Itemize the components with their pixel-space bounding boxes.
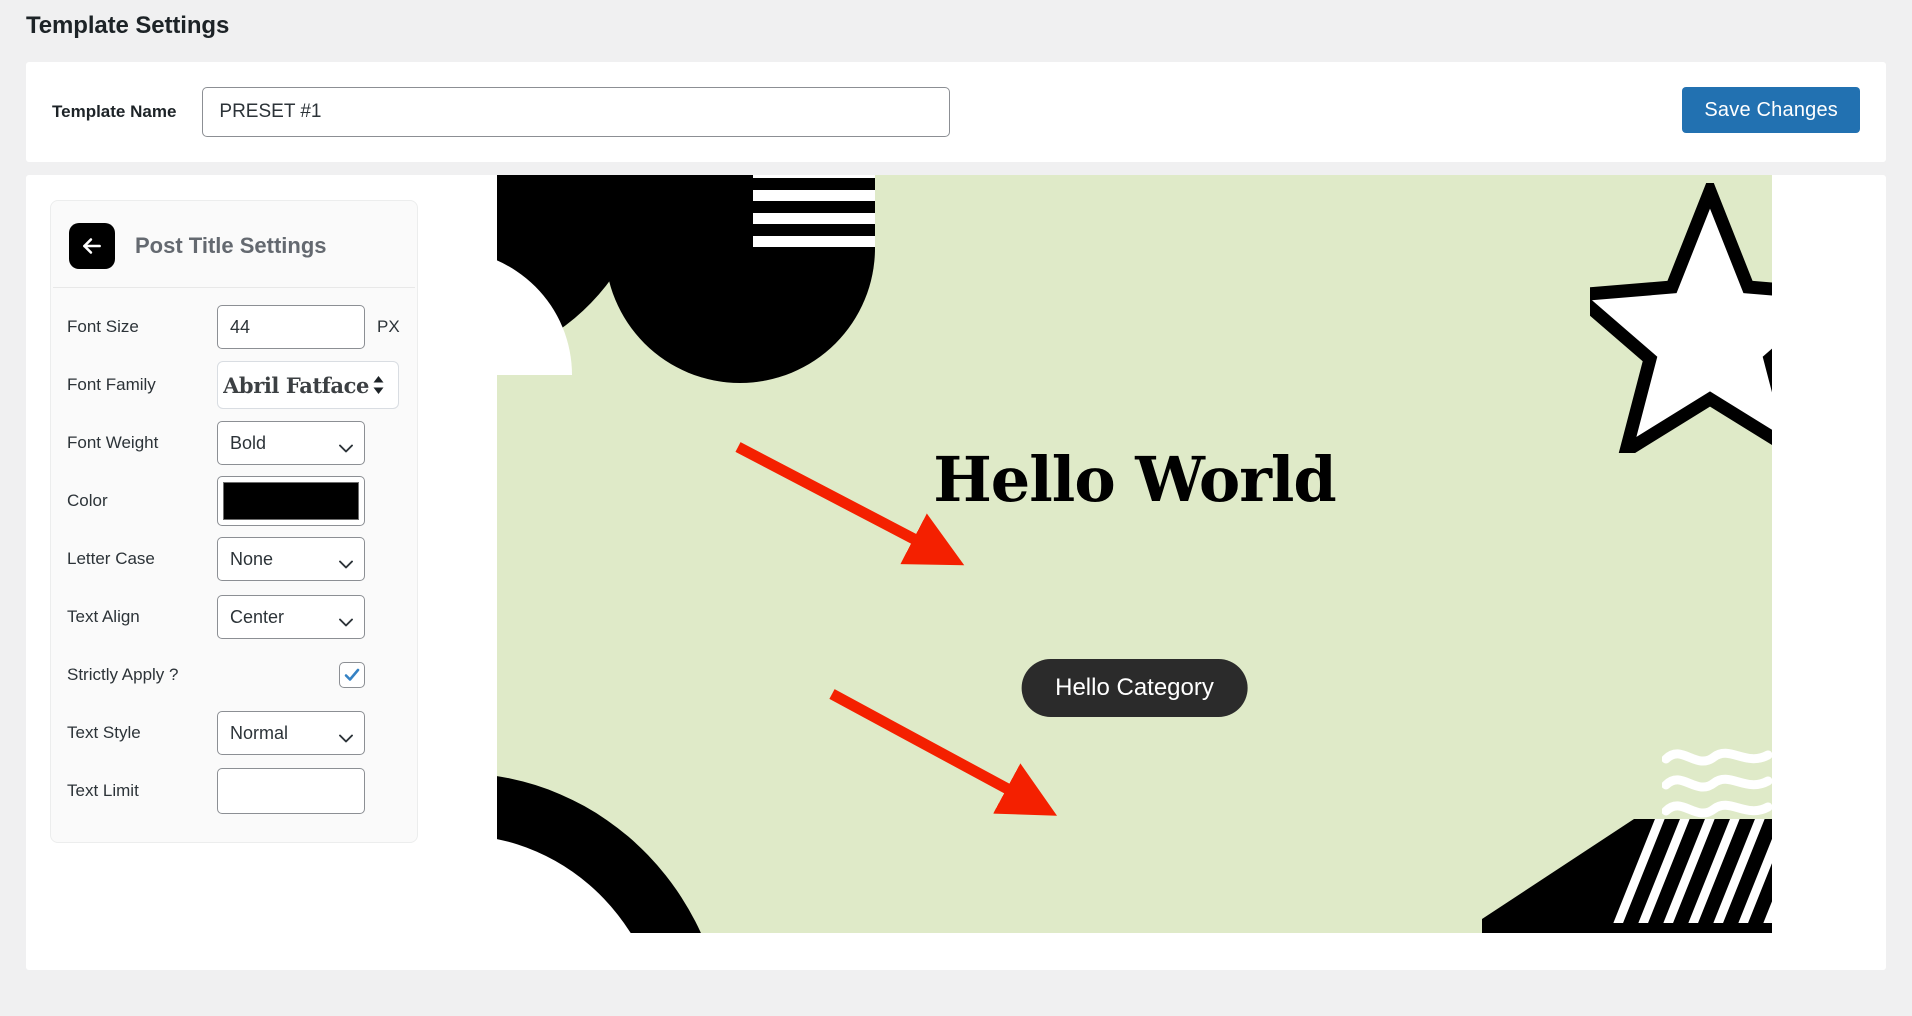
template-editor-card: Post Title Settings Font Size PX Font Fa… <box>26 175 1886 970</box>
template-name-input[interactable] <box>202 87 951 137</box>
page-title: Template Settings <box>26 12 230 39</box>
font-size-label: Font Size <box>67 317 139 336</box>
font-family-label: Font Family <box>67 375 156 394</box>
post-title-settings-panel: Post Title Settings Font Size PX Font Fa… <box>50 200 418 843</box>
panel-header: Post Title Settings <box>53 201 415 288</box>
row-letter-case: Letter Case None <box>67 530 401 588</box>
chevron-down-icon <box>339 440 353 458</box>
color-label: Color <box>67 491 108 510</box>
strictly-apply-checkbox[interactable] <box>339 662 365 688</box>
chevron-down-icon <box>339 556 353 574</box>
arrow-left-icon[interactable] <box>69 223 115 269</box>
chevron-down-icon <box>339 614 353 632</box>
arc-bottom-left-icon <box>497 773 727 933</box>
template-preview-canvas: Hello World Hello Category <box>497 175 1772 933</box>
font-size-input[interactable] <box>217 305 365 349</box>
text-style-select[interactable]: Normal <box>217 711 365 755</box>
striped-triangle-bottom-right-icon <box>1482 801 1772 933</box>
color-swatch <box>223 482 359 520</box>
letter-case-value: None <box>230 548 274 569</box>
row-font-weight: Font Weight Bold <box>67 414 401 472</box>
text-align-label: Text Align <box>67 607 140 626</box>
font-weight-select[interactable]: Bold <box>217 421 365 465</box>
row-strictly-apply: Strictly Apply ? <box>67 646 401 704</box>
row-color: Color <box>67 472 401 530</box>
striped-half-circle-top-icon <box>605 175 875 383</box>
font-size-unit: PX <box>377 317 400 336</box>
template-name-card: Template Name Save Changes <box>26 62 1886 162</box>
row-font-family: Font Family Abril Fatface <box>67 356 401 414</box>
settings-rows: Font Size PX Font Family Abril Fatface <box>51 288 417 820</box>
save-changes-button[interactable]: Save Changes <box>1682 87 1860 133</box>
chevron-updown-icon <box>373 376 384 399</box>
row-text-align: Text Align Center <box>67 588 401 646</box>
font-weight-value: Bold <box>230 432 267 453</box>
letter-case-select[interactable]: None <box>217 537 365 581</box>
font-weight-label: Font Weight <box>67 433 159 452</box>
text-style-value: Normal <box>230 722 289 743</box>
letter-case-label: Letter Case <box>67 549 155 568</box>
text-limit-label: Text Limit <box>67 781 139 800</box>
font-family-value: Abril Fatface <box>223 372 369 398</box>
color-picker[interactable] <box>217 476 365 526</box>
template-name-label: Template Name <box>52 102 177 121</box>
preview-category-badge: Hello Category <box>1021 659 1248 717</box>
panel-title: Post Title Settings <box>135 233 327 258</box>
row-text-style: Text Style Normal <box>67 704 401 762</box>
text-limit-input[interactable] <box>217 768 365 814</box>
row-text-limit: Text Limit <box>67 762 401 820</box>
text-style-label: Text Style <box>67 723 141 742</box>
strictly-apply-label: Strictly Apply ? <box>67 665 179 684</box>
text-align-select[interactable]: Center <box>217 595 365 639</box>
text-align-value: Center <box>230 606 285 627</box>
chevron-down-icon <box>339 730 353 748</box>
preview-post-title: Hello World <box>933 443 1337 516</box>
font-family-select[interactable]: Abril Fatface <box>217 361 399 409</box>
outlined-star-top-right-icon <box>1560 175 1772 466</box>
row-font-size: Font Size PX <box>67 298 401 356</box>
